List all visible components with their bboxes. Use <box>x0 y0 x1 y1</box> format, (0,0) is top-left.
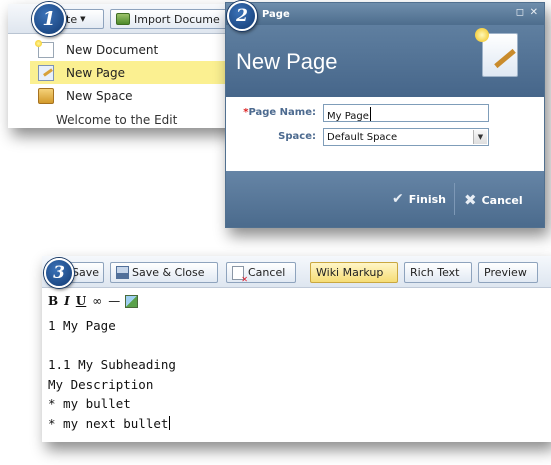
italic-button[interactable]: I <box>64 294 70 308</box>
horizontal-rule-icon[interactable]: — <box>108 294 120 308</box>
dialog-heading: New Page <box>236 49 338 74</box>
finish-button[interactable]: ✔ Finish <box>392 191 446 207</box>
cancel-button[interactable]: ✖ Cancel <box>464 191 523 209</box>
menu-item-label: New Page <box>66 65 126 80</box>
text-caret <box>369 107 371 121</box>
wiki-markup-textarea[interactable]: 1 My Page 1.1 My Subheading My Descripti… <box>48 316 548 436</box>
disk-icon <box>116 266 129 279</box>
link-icon[interactable]: ∞ <box>92 294 102 308</box>
rich-text-label: Rich Text <box>410 266 460 279</box>
cancel-document-icon <box>232 265 248 284</box>
dialog-titlebar: Page ◻ ✕ <box>226 3 544 25</box>
chevron-down-icon: ▼ <box>473 130 487 144</box>
editor-line: 1 My Page <box>48 318 116 333</box>
text-caret <box>169 415 171 430</box>
menu-item-new-space[interactable]: New Space <box>30 84 236 107</box>
save-close-label: Save & Close <box>132 266 205 279</box>
editor-cancel-button[interactable]: Cancel <box>226 262 296 284</box>
create-button-label: te <box>66 12 78 26</box>
finish-label: Finish <box>408 192 446 206</box>
restore-icon[interactable]: ◻ <box>516 7 524 18</box>
wiki-markup-button[interactable]: Wiki Markup <box>310 262 398 283</box>
editor-toolbar: Save Save & Close Cancel Wiki Markup Ric… <box>42 256 551 288</box>
space-select[interactable]: Default Space ▼ <box>323 128 489 146</box>
space-label: Space: <box>278 131 316 142</box>
editor-line: * my bullet <box>48 396 131 411</box>
editor-line: My Description <box>48 376 154 392</box>
step-badge-3: 3 <box>44 258 74 288</box>
page-name-input[interactable]: My Page <box>323 104 489 122</box>
space-select-value: Default Space <box>327 131 398 143</box>
import-document-button[interactable]: Import Docume <box>110 9 236 29</box>
new-page-icon <box>38 64 54 81</box>
dialog-window-title: Page <box>262 8 290 20</box>
create-dropdown-menu: New Document New Page New Space <box>30 38 236 107</box>
step-badge-1: 1 <box>32 2 66 36</box>
preview-label: Preview <box>484 266 527 279</box>
dialog-header: New Page <box>226 25 544 97</box>
image-icon[interactable] <box>125 294 139 308</box>
menu-item-label: New Space <box>66 88 133 103</box>
editor-line-last: * my next bullet <box>48 415 171 431</box>
rich-text-button[interactable]: Rich Text <box>404 262 472 283</box>
space-row: Space: Default Space ▼ <box>226 127 544 147</box>
menu-item-new-document[interactable]: New Document <box>30 38 236 61</box>
wiki-editor-panel: Save Save & Close Cancel Wiki Markup Ric… <box>42 256 551 442</box>
new-space-icon <box>38 87 54 104</box>
underline-button[interactable]: U <box>76 294 86 308</box>
cancel-label: Cancel <box>481 193 523 207</box>
menu-item-new-page[interactable]: New Page <box>30 61 236 84</box>
bold-button[interactable]: B <box>48 294 58 308</box>
new-page-icon <box>475 28 518 77</box>
menu-item-label: New Document <box>66 42 159 57</box>
format-toolbar: B I U ∞ — <box>42 290 551 312</box>
editor-cancel-label: Cancel <box>248 266 286 279</box>
cancel-x-icon: ✖ <box>464 191 477 209</box>
save-close-button[interactable]: Save & Close <box>110 262 218 283</box>
dialog-footer: ✔ Finish ✖ Cancel <box>226 171 544 227</box>
checkmark-icon: ✔ <box>392 191 404 207</box>
new-page-dialog: Page ◻ ✕ New Page *Page Name: My Page Sp… <box>225 2 545 228</box>
wiki-markup-label: Wiki Markup <box>316 266 384 279</box>
chevron-down-icon: ▼ <box>80 15 86 23</box>
import-icon <box>116 13 130 25</box>
page-name-label: *Page Name: <box>243 107 316 118</box>
page-name-row: *Page Name: My Page <box>226 103 544 123</box>
create-dropdown-button[interactable]: te ▼ <box>60 9 104 29</box>
import-button-label: Import Docume <box>134 12 220 26</box>
background-page-text: Welcome to the Edit <box>56 113 178 127</box>
close-icon[interactable]: ✕ <box>530 7 538 18</box>
save-label: Save <box>72 266 100 279</box>
footer-divider <box>454 183 455 215</box>
preview-button[interactable]: Preview <box>478 262 538 283</box>
step-badge-2: 2 <box>227 1 257 31</box>
editor-line: 1.1 My Subheading <box>48 357 176 372</box>
new-document-icon <box>35 39 54 58</box>
